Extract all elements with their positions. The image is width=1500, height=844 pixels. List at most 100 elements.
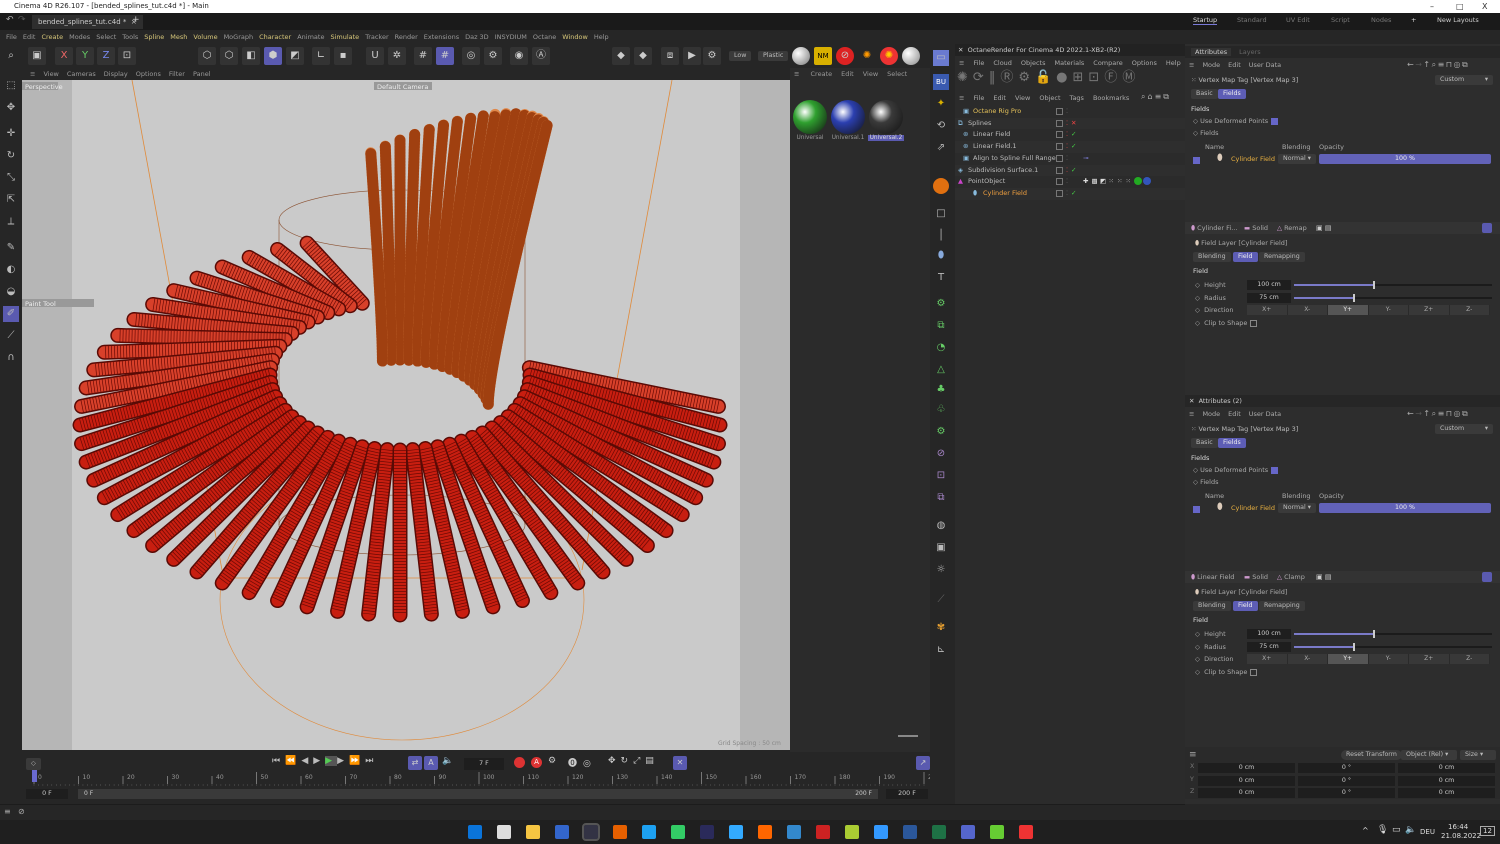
layer-tab[interactable]: ⬮ Linear Field <box>1191 571 1234 583</box>
expand-icon[interactable]: ⧉ <box>1163 92 1171 101</box>
object-tag-icon[interactable]: ✚ <box>1083 176 1088 188</box>
play-forward-button[interactable]: ▶ <box>325 756 338 766</box>
layer-tab-field[interactable]: Field <box>1233 601 1258 611</box>
basketball-icon[interactable] <box>933 178 949 194</box>
menu-modes[interactable]: Modes <box>69 33 90 41</box>
column-header[interactable]: Opacity <box>1319 141 1344 153</box>
taskbar-app-icon[interactable] <box>845 825 859 839</box>
octane-render-icon[interactable]: ✺ <box>858 47 876 65</box>
keyframe-icon[interactable]: ◇ <box>1195 655 1204 663</box>
layer-image-icon[interactable]: ▣ ▤ <box>1316 224 1331 232</box>
prev-frame-button[interactable]: ◀ <box>301 756 313 766</box>
menu-animate[interactable]: Animate <box>297 33 324 41</box>
taskbar-app-icon[interactable] <box>642 825 656 839</box>
tab-basic[interactable]: Basic <box>1191 438 1218 448</box>
radius-slider[interactable] <box>1294 643 1492 651</box>
tab-layers[interactable]: Layers <box>1239 48 1261 56</box>
box-icon[interactable]: ⊡ <box>1088 70 1104 85</box>
move-tool-icon[interactable]: ✛ <box>3 126 19 142</box>
visibility-dots[interactable]: ⁚ <box>1066 141 1068 153</box>
coord-scl-field[interactable]: 0 cm <box>1398 788 1495 798</box>
scale-tool-icon[interactable]: ⤡ <box>3 170 19 186</box>
back-icon[interactable]: ← <box>1407 409 1415 418</box>
autokey-button[interactable]: A <box>531 757 542 768</box>
taskbar-app-icon[interactable] <box>874 825 888 839</box>
column-header[interactable]: Blending <box>1282 490 1311 502</box>
layer-checkbox[interactable] <box>1056 143 1063 151</box>
new-window-icon[interactable]: ⧉ <box>1462 60 1469 69</box>
axis-tool-icon[interactable]: ⟂ <box>3 214 19 230</box>
coord-pos-field[interactable]: 0 cm <box>1198 763 1295 773</box>
material-swatch[interactable]: Universal.2 <box>868 100 904 144</box>
brush-icon[interactable]: ◒ <box>3 284 19 300</box>
column-header[interactable]: Name <box>1205 490 1224 502</box>
field-enabled-checkbox[interactable] <box>1193 157 1200 164</box>
object-mode-icon[interactable]: ▣ <box>28 47 46 65</box>
taskbar-app-icon[interactable] <box>555 825 569 839</box>
loop-button[interactable]: ⇄ <box>408 756 422 770</box>
object-row[interactable]: ⬮ Cylinder Field ⁚ ✓ <box>955 187 1185 200</box>
key-selection-icon[interactable]: ⓿ <box>568 759 583 769</box>
minimize-button[interactable]: – <box>1430 0 1434 13</box>
material-ball-icon[interactable]: ● <box>1056 70 1072 85</box>
taskbar-app-icon[interactable] <box>497 825 511 839</box>
start-frame-field[interactable]: 0 F <box>26 789 68 799</box>
network-icon[interactable]: ▭ <box>1392 825 1401 835</box>
preset-dropdown[interactable]: Custom ▾ <box>1435 75 1493 85</box>
taskbar-app-icon[interactable] <box>787 825 801 839</box>
spline-tool-icon[interactable]: ⊘ <box>933 446 949 462</box>
m-pin-icon[interactable]: Ⓜ <box>1122 70 1140 85</box>
clip-checkbox[interactable] <box>1250 319 1258 327</box>
export-icon[interactable]: ⇗ <box>933 140 949 156</box>
workplane-icon[interactable]: ∟ <box>312 47 330 65</box>
field-icon[interactable]: ♣ <box>933 382 949 398</box>
restart-icon[interactable]: ⟳ <box>973 70 989 85</box>
go-start-button[interactable]: ⏮ <box>272 756 285 766</box>
lock-open-icon[interactable]: 🔓 <box>1035 70 1056 85</box>
layout-uv-edit[interactable]: UV Edit <box>1286 16 1310 24</box>
layer-tab[interactable]: ▬ Solid <box>1244 222 1268 234</box>
layer-checkbox[interactable] <box>1056 119 1063 127</box>
lock-icon[interactable]: ◎ <box>462 47 480 65</box>
uv-mode-icon[interactable]: ◩ <box>286 47 304 65</box>
direction-option[interactable]: Y+ <box>1328 305 1369 315</box>
blending-dropdown[interactable]: Normal ▾ <box>1278 503 1316 513</box>
attributes-menu-user-data[interactable]: User Data <box>1249 61 1281 69</box>
layer-tab[interactable]: ⬮ Cylinder Fi... <box>1191 222 1237 234</box>
material-menu-create[interactable]: Create <box>811 70 833 78</box>
use-deformed-checkbox[interactable] <box>1271 466 1279 474</box>
coord-pos-field[interactable]: 0 cm <box>1198 788 1295 798</box>
document-tab[interactable]: bended_splines_tut.c4d * × <box>32 15 143 29</box>
filter-icon[interactable]: ≡ <box>1438 60 1446 69</box>
field-list-name[interactable]: Cylinder Field <box>1231 153 1275 165</box>
layer-checkbox[interactable] <box>1056 108 1063 115</box>
slider-handle[interactable] <box>1353 643 1356 651</box>
menu-tracker[interactable]: Tracker <box>365 33 388 41</box>
language-indicator[interactable]: DEU <box>1420 828 1435 836</box>
menu-simulate[interactable]: Simulate <box>330 33 359 41</box>
tab-fields[interactable]: Fields <box>1218 89 1246 99</box>
taskbar-app-icon[interactable] <box>758 825 772 839</box>
taskbar-app-icon[interactable] <box>990 825 1004 839</box>
octane-menu-file[interactable]: File <box>973 59 984 67</box>
field-enabled-checkbox[interactable] <box>1193 506 1200 513</box>
coord-scl-field[interactable]: 0 cm <box>1398 763 1495 773</box>
prev-key-button[interactable]: ⏪ <box>285 756 301 766</box>
enabled-status[interactable]: ✓ <box>1071 129 1076 141</box>
column-header[interactable]: Opacity <box>1319 490 1344 502</box>
cube-icon[interactable]: ◆ <box>612 47 630 65</box>
visibility-dots[interactable]: ⁚ <box>1066 153 1068 165</box>
octane-bu-icon[interactable]: BU <box>933 74 949 90</box>
text-icon[interactable]: T <box>933 270 949 286</box>
filter-icon[interactable]: ≡ <box>1155 92 1164 101</box>
camera-icon[interactable]: ⟲ <box>933 118 949 134</box>
attributes-menu-icon[interactable]: ≡ <box>1189 61 1194 69</box>
no-render-icon[interactable]: ⊘ <box>836 47 854 65</box>
playhead[interactable] <box>32 770 37 782</box>
menu-daz-3d[interactable]: Daz 3D <box>465 33 489 41</box>
taskbar-app-icon[interactable] <box>816 825 830 839</box>
object-row[interactable]: ◈ Subdivision Surface.1 ⁚ ✓ <box>955 164 1185 177</box>
octane-stop-icon[interactable]: ✺ <box>880 47 898 65</box>
volume-icon[interactable]: 🔈 <box>1405 825 1416 835</box>
microphone-icon[interactable]: 🎙 <box>1377 825 1388 835</box>
